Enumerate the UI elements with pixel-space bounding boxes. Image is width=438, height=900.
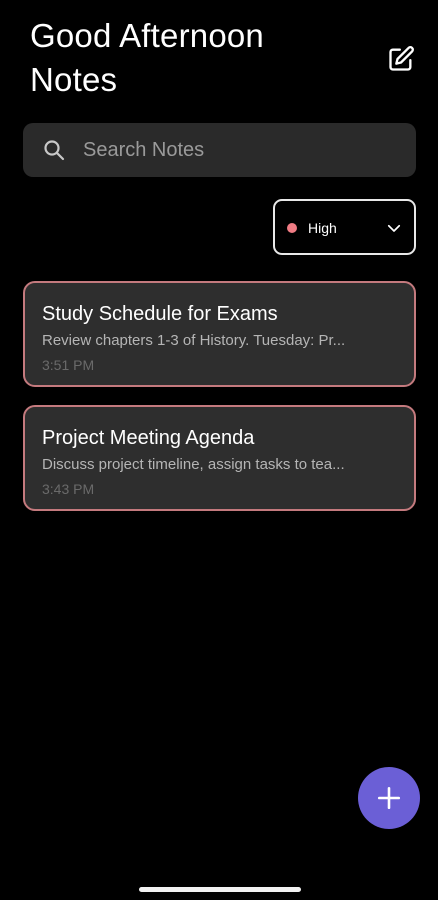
search-icon — [44, 140, 65, 161]
edit-note-icon — [389, 46, 414, 71]
note-timestamp: 3:51 PM — [42, 357, 95, 373]
note-title: Project Meeting Agenda — [42, 427, 255, 449]
new-note-button[interactable] — [386, 44, 416, 74]
note-preview: Discuss project timeline, assign tasks t… — [42, 456, 345, 473]
note-card[interactable]: Study Schedule for Exams Review chapters… — [23, 281, 416, 387]
search-bar[interactable] — [23, 123, 416, 177]
priority-selected-label: High — [308, 220, 337, 236]
note-preview: Review chapters 1-3 of History. Tuesday:… — [42, 332, 346, 349]
plus-icon — [377, 786, 401, 810]
add-note-button[interactable] — [358, 767, 420, 829]
home-indicator[interactable] — [139, 887, 301, 892]
priority-color-dot — [287, 223, 297, 233]
note-title: Study Schedule for Exams — [42, 303, 278, 325]
note-card[interactable]: Project Meeting Agenda Discuss project t… — [23, 405, 416, 511]
note-timestamp: 3:43 PM — [42, 481, 95, 497]
page-title: Good Afternoon Notes — [30, 17, 264, 98]
chevron-down-icon — [387, 224, 401, 232]
search-input[interactable] — [83, 123, 403, 177]
priority-filter-dropdown[interactable]: High — [273, 199, 416, 255]
